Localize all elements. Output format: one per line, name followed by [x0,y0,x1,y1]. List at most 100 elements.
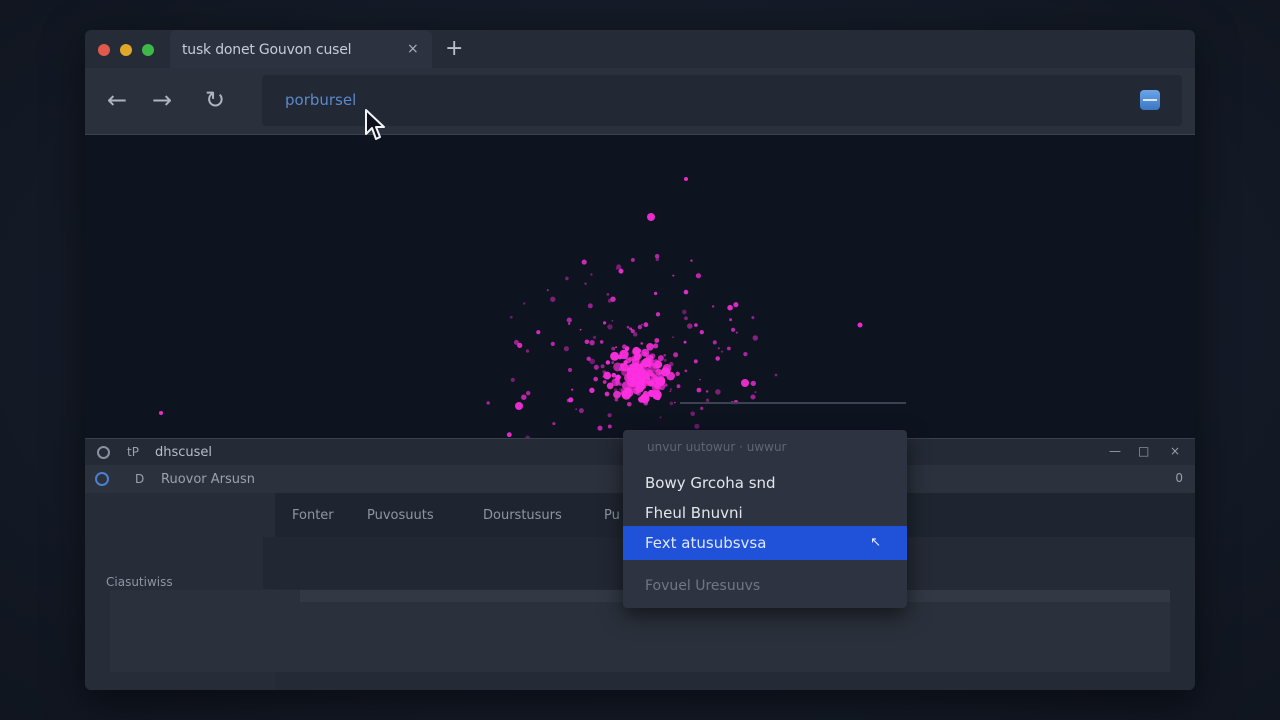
particle [581,259,587,265]
new-tab-icon[interactable]: + [445,37,463,61]
particle [643,322,649,328]
particle [602,321,607,325]
devtools-logo-icon [97,446,110,459]
particle [571,388,574,391]
particle [566,317,572,323]
tab-strip: tusk donet Gouvon cusel × + [85,30,1195,68]
particle [604,391,610,397]
tab-close-icon[interactable]: × [407,41,419,57]
particle [715,389,721,395]
particle [660,367,671,377]
particle [657,355,664,362]
particle [684,177,688,181]
particle [624,387,632,395]
particle [626,325,630,329]
particle [857,322,863,328]
particle [593,376,599,382]
particle [610,351,620,361]
particle [720,350,724,353]
particle [159,411,163,415]
particle [578,408,584,414]
particle [669,388,673,391]
forward-arrow-icon[interactable]: → [152,86,172,114]
particle [606,293,610,296]
toolbar: ← → ↻ porbursel [85,68,1195,135]
particle [584,282,587,285]
particle [552,422,556,426]
particle [694,323,698,327]
minimize-window-button[interactable] [120,44,132,56]
particle [602,380,607,384]
particle [575,408,578,411]
particle [649,363,659,373]
devtools-count: 0 [1175,471,1183,485]
particle [623,360,628,365]
particle [626,401,632,407]
tab-puvosuuts[interactable]: Puvosuuts [367,508,434,523]
restore-icon[interactable]: □ [1138,444,1149,458]
particle [651,379,658,386]
devtools-sub-d: D [135,472,145,486]
divider-line [680,402,906,404]
desktop: tusk donet Gouvon cusel × + ← → ↻ porbur… [0,0,1280,720]
particle [603,371,612,380]
menu-item-2[interactable]: Fheul Bnuvni [623,497,907,529]
devtools-title: dhscusel [155,445,213,460]
particle [654,338,660,343]
particle [611,319,614,322]
particle [619,382,623,387]
menu-item-1[interactable]: Bowy Grcoha snd [623,467,907,499]
particle [729,318,733,322]
particle [568,322,571,325]
particle [615,374,621,381]
particle [613,390,621,399]
particle [525,349,530,353]
particle [486,401,490,405]
particle [640,342,643,345]
particle [605,360,611,365]
particle [607,413,612,418]
tab-dourstusurs[interactable]: Dourstusurs [483,508,562,523]
active-tab[interactable]: tusk donet Gouvon cusel × [170,30,432,68]
back-arrow-icon[interactable]: ← [107,86,127,114]
particle [726,346,731,351]
inspect-icon[interactable] [95,472,109,486]
particle [640,362,645,367]
particle [774,373,778,377]
particle [684,369,688,373]
minimize-icon[interactable]: — [1109,444,1121,458]
particle [593,364,599,370]
particle [695,273,702,279]
close-window-button[interactable] [98,44,110,56]
particle [676,384,681,389]
particle [712,340,717,345]
particle [751,316,755,320]
particle [630,257,635,262]
maximize-window-button[interactable] [142,44,154,56]
particle [694,423,700,429]
particle [663,354,666,357]
particle [674,401,676,404]
particle [637,324,643,330]
extension-icon[interactable] [1140,90,1160,110]
menu-item-3-highlighted[interactable]: Fext atusubsvsa ↖ [623,526,907,560]
devtools-sub-label: Ruovor Arsusn [161,472,256,487]
particle [606,382,614,390]
particle [669,401,674,406]
particle [672,336,674,339]
particle [607,298,612,303]
reload-icon[interactable]: ↻ [205,86,225,114]
particle [653,291,658,296]
particle [509,315,513,319]
particle [523,302,526,305]
particle [616,264,622,270]
particle [617,354,623,360]
particle [599,340,604,344]
close-icon[interactable]: × [1170,444,1180,458]
tab-pu[interactable]: Pu [604,508,620,523]
particle [654,253,660,259]
particle [600,364,605,369]
tab-fonter[interactable]: Fonter [292,508,334,523]
particle [636,391,641,396]
address-bar[interactable]: porbursel [262,75,1182,126]
